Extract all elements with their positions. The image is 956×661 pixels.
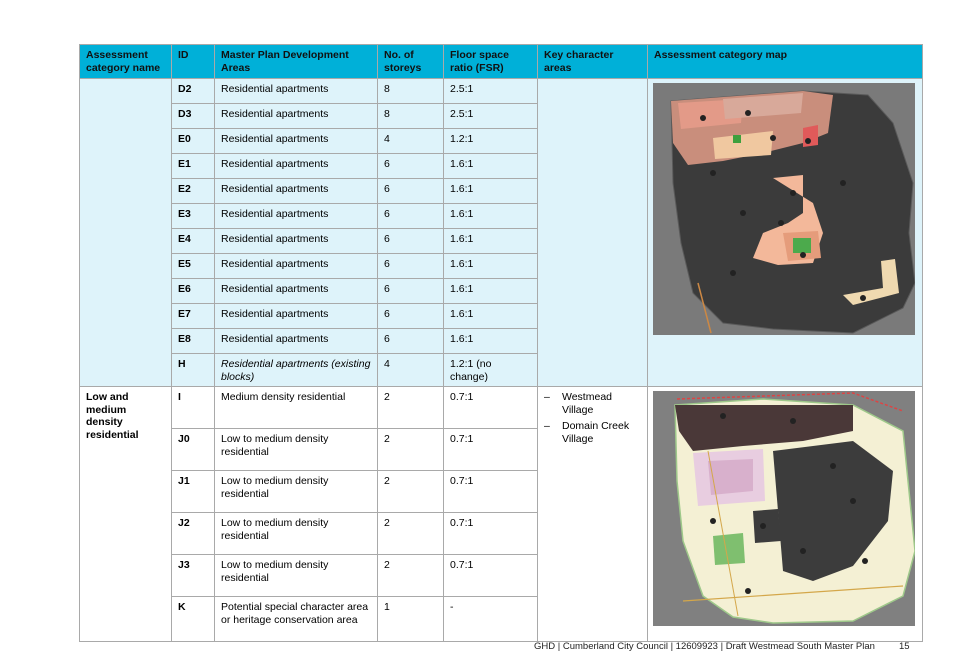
fsr-cell: 1.2:1 (no change) bbox=[443, 353, 538, 387]
fsr-cell: 1.2:1 bbox=[443, 128, 538, 154]
fsr-cell: 2.5:1 bbox=[443, 78, 538, 104]
key-areas-cell-empty bbox=[537, 78, 648, 387]
storeys-cell: 2 bbox=[377, 386, 444, 429]
area-cell: Residential apartments bbox=[214, 278, 378, 304]
id-cell: E5 bbox=[171, 253, 215, 279]
id-cell: J0 bbox=[171, 428, 215, 471]
header-key-areas: Key character areas bbox=[537, 44, 648, 79]
area-cell: Residential apartments bbox=[214, 128, 378, 154]
area-cell: Residential apartments bbox=[214, 303, 378, 329]
area-cell: Residential apartments bbox=[214, 328, 378, 354]
fsr-cell: 1.6:1 bbox=[443, 253, 538, 279]
id-cell: E4 bbox=[171, 228, 215, 254]
area-cell: Medium density residential bbox=[214, 386, 378, 429]
storeys-cell: 1 bbox=[377, 596, 444, 642]
area-cell: Residential apartments bbox=[214, 228, 378, 254]
page-footer: GHD | Cumberland City Council | 12609923… bbox=[534, 641, 910, 652]
fsr-cell: 0.7:1 bbox=[443, 512, 538, 555]
id-cell: I bbox=[171, 386, 215, 429]
storeys-cell: 6 bbox=[377, 153, 444, 179]
storeys-cell: 6 bbox=[377, 303, 444, 329]
list-item: Domain Creek Village bbox=[544, 420, 641, 445]
storeys-cell: 6 bbox=[377, 253, 444, 279]
id-cell: J3 bbox=[171, 554, 215, 597]
footer-text: GHD | Cumberland City Council | 12609923… bbox=[534, 641, 875, 652]
id-cell: J1 bbox=[171, 470, 215, 513]
header-storeys: No. of storeys bbox=[377, 44, 444, 79]
assessment-map-low-medium bbox=[653, 391, 915, 626]
assessment-table: Assessment category name ID Master Plan … bbox=[79, 44, 923, 642]
fsr-cell: 2.5:1 bbox=[443, 103, 538, 129]
category-cell: Low and medium density residential bbox=[79, 386, 172, 642]
area-cell: Residential apartments bbox=[214, 203, 378, 229]
storeys-cell: 8 bbox=[377, 103, 444, 129]
storeys-cell: 2 bbox=[377, 470, 444, 513]
id-cell: E0 bbox=[171, 128, 215, 154]
map-cell bbox=[647, 78, 923, 387]
area-cell: Residential apartments bbox=[214, 253, 378, 279]
area-cell: Low to medium density residential bbox=[214, 470, 378, 513]
fsr-cell: 1.6:1 bbox=[443, 153, 538, 179]
id-cell: E6 bbox=[171, 278, 215, 304]
storeys-cell: 4 bbox=[377, 353, 444, 387]
id-cell: H bbox=[171, 353, 215, 387]
list-item: Westmead Village bbox=[544, 391, 641, 416]
header-areas: Master Plan Development Areas bbox=[214, 44, 378, 79]
table-row: Low and medium density residential I Med… bbox=[79, 386, 923, 642]
id-cell: E7 bbox=[171, 303, 215, 329]
area-cell: Residential apartments bbox=[214, 178, 378, 204]
storeys-cell: 6 bbox=[377, 178, 444, 204]
storeys-cell: 6 bbox=[377, 328, 444, 354]
storeys-cell: 2 bbox=[377, 512, 444, 555]
header-fsr: Floor space ratio (FSR) bbox=[443, 44, 538, 79]
id-cell: E2 bbox=[171, 178, 215, 204]
storeys-cell: 6 bbox=[377, 228, 444, 254]
fsr-cell: 1.6:1 bbox=[443, 228, 538, 254]
category-cell-empty bbox=[79, 78, 172, 387]
area-cell: Low to medium density residential bbox=[214, 554, 378, 597]
fsr-cell: 0.7:1 bbox=[443, 554, 538, 597]
key-areas-cell: Westmead Village Domain Creek Village bbox=[537, 386, 648, 642]
table-row: D2 Residential apartments 8 2.5:1 bbox=[79, 78, 923, 387]
storeys-cell: 8 bbox=[377, 78, 444, 104]
id-cell: D3 bbox=[171, 103, 215, 129]
area-cell: Residential apartments bbox=[214, 103, 378, 129]
fsr-cell: 1.6:1 bbox=[443, 278, 538, 304]
header-id: ID bbox=[171, 44, 215, 79]
header-row: Assessment category name ID Master Plan … bbox=[79, 44, 923, 79]
area-cell: Low to medium density residential bbox=[214, 428, 378, 471]
fsr-cell: 0.7:1 bbox=[443, 470, 538, 513]
key-areas-list: Westmead Village Domain Creek Village bbox=[544, 391, 641, 445]
fsr-cell: 1.6:1 bbox=[443, 328, 538, 354]
fsr-cell: 0.7:1 bbox=[443, 386, 538, 429]
fsr-cell: 1.6:1 bbox=[443, 178, 538, 204]
header-category: Assessment category name bbox=[79, 44, 172, 79]
page-number: 15 bbox=[898, 641, 910, 652]
fsr-cell: - bbox=[443, 596, 538, 642]
id-cell: E1 bbox=[171, 153, 215, 179]
storeys-cell: 2 bbox=[377, 554, 444, 597]
area-cell: Residential apartments bbox=[214, 153, 378, 179]
id-cell: K bbox=[171, 596, 215, 642]
storeys-cell: 6 bbox=[377, 203, 444, 229]
storeys-cell: 2 bbox=[377, 428, 444, 471]
header-map: Assessment category map bbox=[647, 44, 923, 79]
area-cell: Low to medium density residential bbox=[214, 512, 378, 555]
assessment-map-apartments bbox=[653, 83, 915, 335]
area-cell: Residential apartments bbox=[214, 78, 378, 104]
fsr-cell: 0.7:1 bbox=[443, 428, 538, 471]
id-cell: E8 bbox=[171, 328, 215, 354]
id-cell: J2 bbox=[171, 512, 215, 555]
area-cell: Residential apartments (existing blocks) bbox=[214, 353, 378, 387]
id-cell: D2 bbox=[171, 78, 215, 104]
storeys-cell: 6 bbox=[377, 278, 444, 304]
area-cell: Potential special character area or heri… bbox=[214, 596, 378, 642]
id-cell: E3 bbox=[171, 203, 215, 229]
fsr-cell: 1.6:1 bbox=[443, 303, 538, 329]
map-cell bbox=[647, 386, 923, 642]
storeys-cell: 4 bbox=[377, 128, 444, 154]
fsr-cell: 1.6:1 bbox=[443, 203, 538, 229]
